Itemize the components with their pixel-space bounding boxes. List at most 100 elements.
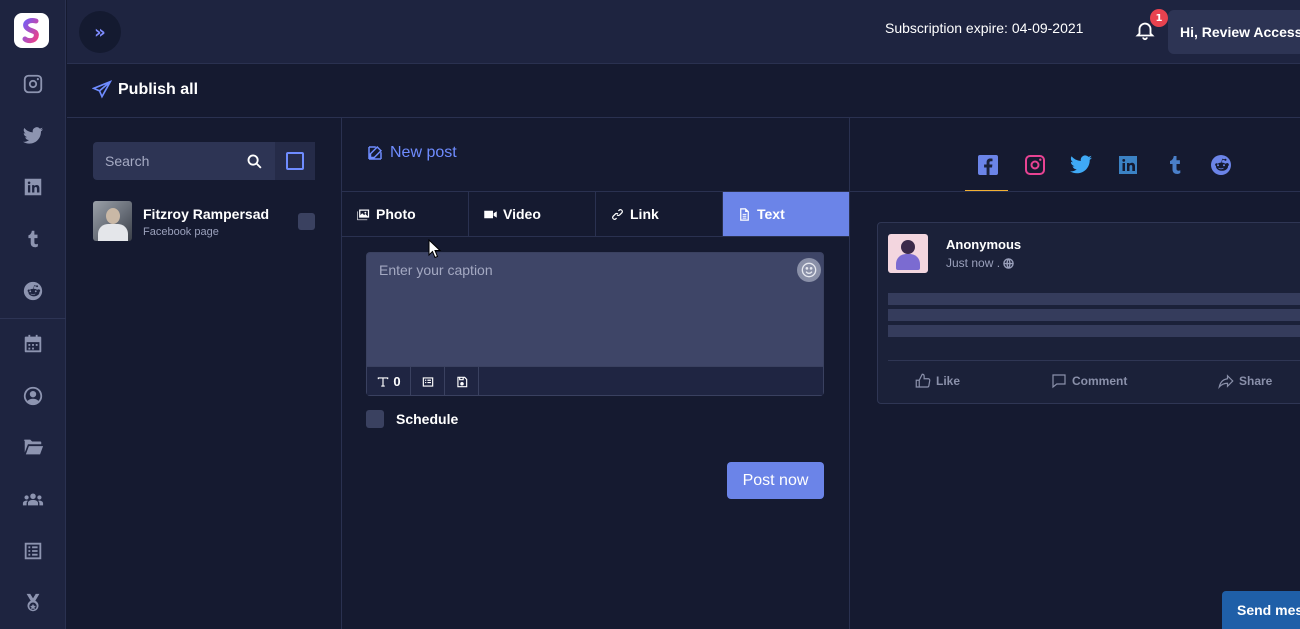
account-name: Fitzroy Rampersad	[143, 206, 270, 222]
sidebar-item-instagram[interactable]	[0, 64, 66, 104]
sidebar-item-posts[interactable]	[0, 531, 66, 571]
sidebar-item-reddit[interactable]	[0, 271, 66, 311]
select-all-checkbox[interactable]	[275, 142, 315, 180]
left-sidebar	[0, 0, 66, 629]
tab-photo-label: Photo	[376, 206, 416, 222]
save-icon	[456, 376, 467, 387]
instagram-icon	[1024, 155, 1045, 175]
preview-tab-linkedin[interactable]	[1105, 150, 1152, 192]
preview-avatar	[888, 234, 928, 273]
tumblr-icon	[1169, 156, 1180, 174]
comment-icon	[1052, 374, 1066, 389]
page-title-text: Publish all	[118, 81, 199, 98]
sidebar-item-twitter[interactable]	[0, 116, 66, 156]
new-post-header: New post	[366, 144, 457, 162]
tab-link[interactable]: Link	[596, 192, 723, 236]
preview-like-button: Like	[914, 372, 960, 390]
folder-icon	[23, 439, 44, 455]
thumbs-up-icon	[915, 373, 931, 388]
search-icon[interactable]	[246, 153, 263, 170]
instagram-icon	[23, 74, 43, 94]
column-divider-right	[849, 117, 850, 629]
tab-video[interactable]: Video	[469, 192, 596, 236]
title-divider	[67, 117, 1300, 118]
sidebar-item-rewards[interactable]	[0, 583, 66, 623]
users-icon	[22, 493, 44, 506]
tab-link-label: Link	[630, 206, 659, 222]
calendar-icon	[24, 334, 42, 353]
schedule-checkbox[interactable]	[366, 410, 384, 428]
post-preview-card: Anonymous Just now . Like Comment Share	[877, 222, 1300, 404]
checkbox-square	[286, 152, 304, 170]
document-icon	[740, 207, 749, 221]
user-menu-button[interactable]: Hi, Review Access	[1168, 10, 1300, 54]
new-post-label: New post	[390, 144, 457, 161]
tab-video-label: Video	[503, 206, 541, 222]
tab-text[interactable]: Text	[723, 192, 849, 236]
sidebar-item-linkedin[interactable]	[0, 167, 66, 207]
top-header: » Subscription expire: 04-09-2021 1 Hi, …	[67, 0, 1300, 64]
search-input[interactable]	[105, 153, 235, 169]
caption-toolbar: 0	[367, 366, 823, 396]
sidebar-item-calendar[interactable]	[0, 324, 66, 364]
preview-text-placeholder	[888, 309, 1300, 321]
logo-icon	[22, 18, 39, 44]
like-label: Like	[936, 374, 961, 388]
share-label: Share	[1239, 374, 1273, 388]
sidebar-item-tumblr[interactable]	[0, 219, 66, 259]
preview-tab-twitter[interactable]	[1058, 150, 1105, 192]
page-title: Publish all	[92, 80, 198, 100]
account-avatar	[93, 201, 132, 241]
text-count-icon	[378, 376, 389, 387]
character-count: 0	[393, 374, 401, 389]
edit-icon	[368, 145, 383, 160]
sidebar-divider	[0, 318, 66, 319]
sidebar-item-profile[interactable]	[0, 376, 66, 416]
save-draft-button[interactable]	[445, 367, 479, 396]
expand-sidebar-button[interactable]: »	[79, 11, 121, 53]
account-item[interactable]: Fitzroy Rampersad Facebook page	[93, 201, 323, 243]
schedule-label: Schedule	[396, 411, 459, 427]
tumblr-icon	[28, 230, 38, 248]
account-checkbox[interactable]	[298, 213, 315, 230]
globe-icon	[1003, 257, 1014, 269]
list-alt-icon	[422, 376, 433, 387]
twitter-icon	[22, 127, 44, 144]
mouse-cursor-icon	[428, 239, 442, 259]
preview-text-placeholder	[888, 293, 1300, 305]
preview-tab-instagram[interactable]	[1012, 150, 1059, 192]
tab-photo[interactable]: Photo	[342, 192, 469, 236]
link-icon	[612, 208, 623, 220]
preview-tab-tumblr[interactable]	[1151, 150, 1198, 192]
caption-editor: 0	[366, 252, 824, 396]
account-search	[93, 142, 275, 180]
sidebar-item-files[interactable]	[0, 427, 66, 467]
post-type-tabs: Photo Video Link Text	[342, 191, 849, 237]
send-message-chat-button[interactable]: Send message	[1222, 591, 1300, 629]
comment-label: Comment	[1072, 374, 1128, 388]
preview-action-divider	[888, 360, 1300, 361]
schedule-toggle[interactable]: Schedule	[366, 410, 458, 428]
emoji-button[interactable]	[797, 258, 821, 282]
reddit-icon	[23, 281, 43, 301]
preview-author: Anonymous	[946, 237, 1022, 252]
smiley-icon	[801, 262, 817, 278]
reddit-icon	[1211, 155, 1232, 175]
templates-button[interactable]	[411, 367, 445, 396]
post-now-button[interactable]: Post now	[727, 462, 824, 499]
linkedin-icon	[1119, 156, 1138, 174]
character-counter: 0	[367, 367, 411, 396]
preview-share-button: Share	[1217, 372, 1272, 390]
preview-divider	[850, 191, 1300, 192]
user-circle-icon	[23, 386, 43, 406]
preview-text-placeholder	[888, 325, 1300, 337]
preview-tab-reddit[interactable]	[1198, 150, 1245, 192]
app-logo[interactable]	[14, 13, 49, 48]
paper-plane-icon	[92, 80, 112, 99]
preview-tab-facebook[interactable]	[965, 150, 1012, 192]
preview-time-text: Just now .	[946, 256, 1001, 270]
sidebar-item-team[interactable]	[0, 479, 66, 519]
video-icon	[484, 210, 497, 218]
caption-input[interactable]	[367, 253, 823, 365]
preview-timestamp: Just now .	[946, 256, 1014, 270]
